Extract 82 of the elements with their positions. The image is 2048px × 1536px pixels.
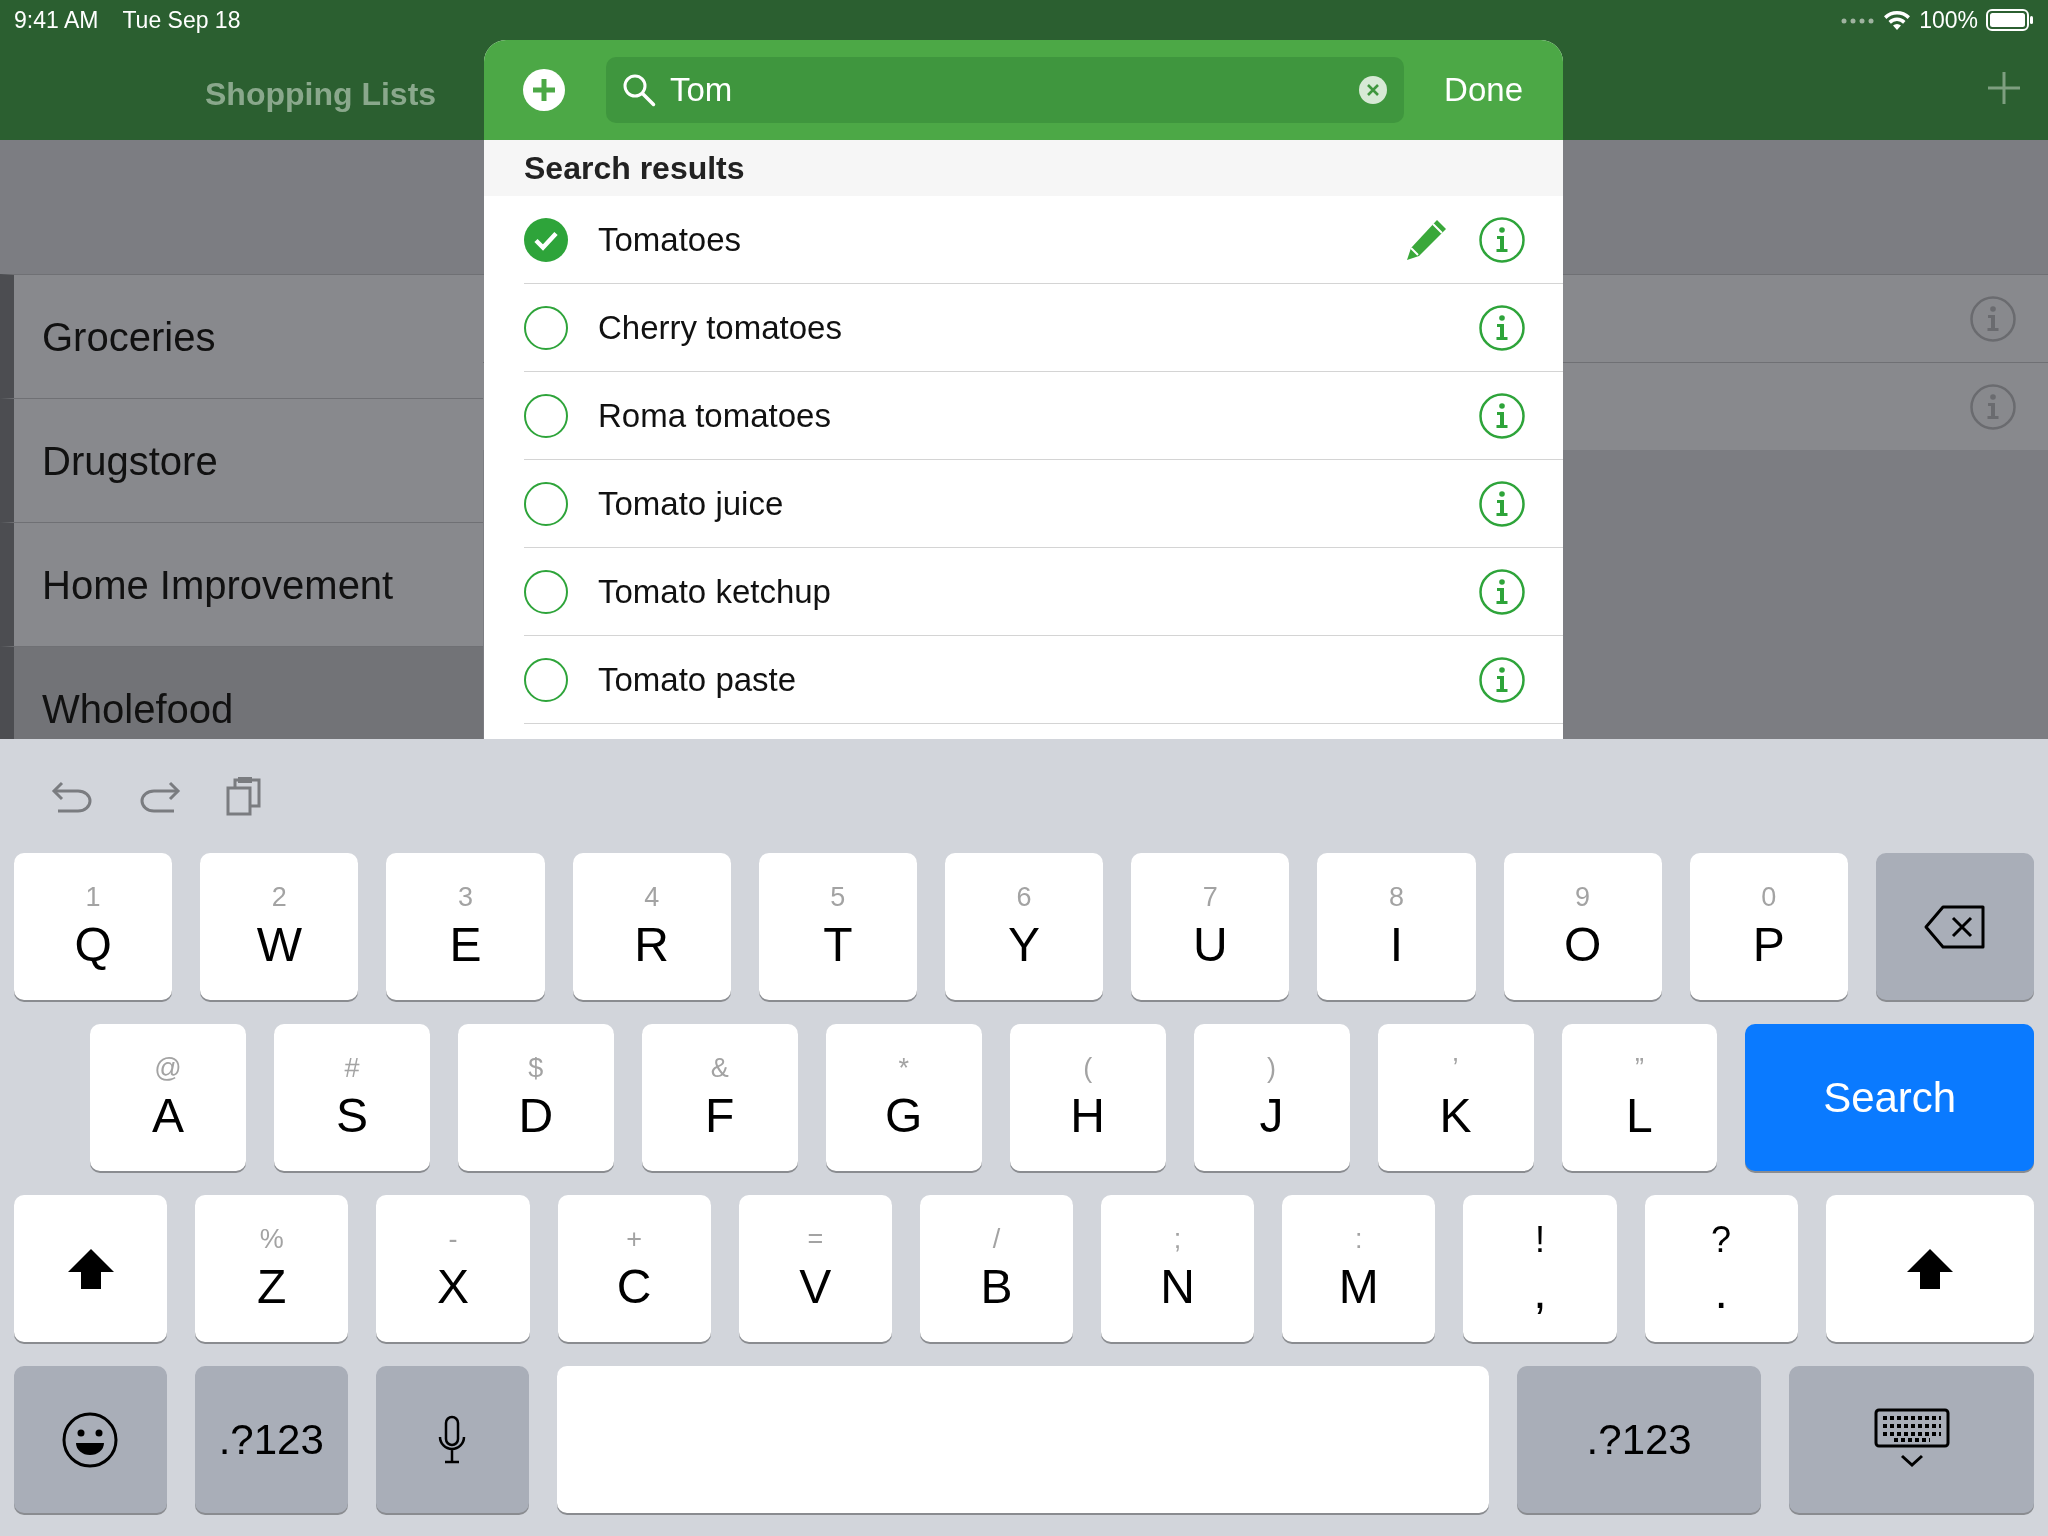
key[interactable]: ) J xyxy=(1193,1024,1350,1171)
numbers-key[interactable]: .?123 xyxy=(1516,1366,1762,1513)
key[interactable]: 0 P xyxy=(1689,853,1848,1000)
key[interactable]: ( H xyxy=(1009,1024,1166,1171)
list-row[interactable]: Groceries xyxy=(0,274,483,398)
search-key[interactable]: Search xyxy=(1745,1024,2034,1171)
checkbox-icon[interactable] xyxy=(524,481,568,526)
key[interactable]: & F xyxy=(641,1024,798,1171)
list-name: Drugstore xyxy=(42,437,218,485)
numbers-key[interactable]: .?123 xyxy=(194,1366,348,1513)
key[interactable]: ; N xyxy=(1101,1195,1255,1342)
battery-level: 100% xyxy=(1919,5,1978,35)
info-icon[interactable] xyxy=(1479,568,1525,615)
list-row[interactable]: Wholefood xyxy=(0,646,483,739)
redo-icon[interactable] xyxy=(138,779,182,813)
item-name: Cherry tomatoes xyxy=(598,307,843,348)
backspace-icon xyxy=(1922,903,1987,950)
list-name: Wholefood xyxy=(42,685,234,733)
key[interactable]: 4 R xyxy=(572,853,731,1000)
key[interactable]: % Z xyxy=(195,1195,349,1342)
signal-icon xyxy=(1841,16,1876,24)
key[interactable]: ! , xyxy=(1463,1195,1617,1342)
list-row[interactable]: Home Improvement xyxy=(0,522,483,646)
key[interactable]: # S xyxy=(273,1024,430,1171)
microphone-icon xyxy=(437,1414,468,1465)
search-icon xyxy=(622,73,656,107)
add-icon[interactable] xyxy=(1986,70,2022,106)
emoji-key[interactable] xyxy=(14,1366,167,1513)
status-time: 9:41 AM xyxy=(14,5,99,35)
info-icon[interactable] xyxy=(1479,392,1525,439)
checkbox-icon[interactable] xyxy=(524,393,568,438)
checkbox-icon[interactable] xyxy=(524,657,568,702)
shift-key[interactable] xyxy=(14,1195,168,1342)
undo-icon[interactable] xyxy=(50,779,94,813)
key[interactable]: 7 U xyxy=(1131,853,1290,1000)
key[interactable]: - X xyxy=(376,1195,530,1342)
key[interactable]: $ D xyxy=(457,1024,614,1171)
info-icon[interactable] xyxy=(1479,656,1525,703)
key[interactable]: = V xyxy=(738,1195,892,1342)
emoji-icon xyxy=(61,1410,120,1469)
list-row[interactable]: Drugstore xyxy=(0,398,483,522)
item-name: Tomato paste xyxy=(598,659,798,700)
list-name: Home Improvement xyxy=(42,561,394,609)
search-input[interactable]: Tom xyxy=(670,65,1345,115)
list-name: Groceries xyxy=(42,313,216,361)
keyboard-dismiss-key[interactable] xyxy=(1789,1366,2034,1513)
info-icon[interactable] xyxy=(1479,304,1525,351)
key[interactable]: * G xyxy=(825,1024,982,1171)
status-date: Tue Sep 18 xyxy=(122,5,241,35)
backspace-key[interactable] xyxy=(1875,853,2035,1000)
section-header: Search results xyxy=(484,140,1563,196)
checkbox-icon[interactable] xyxy=(524,569,568,614)
info-icon[interactable] xyxy=(1479,216,1525,263)
key[interactable]: 6 Y xyxy=(944,853,1104,1000)
item-name: Roma tomatoes xyxy=(598,395,832,436)
battery-icon xyxy=(1986,9,2034,31)
key[interactable]: 8 I xyxy=(1317,853,1476,1000)
nav-title: Shopping Lists xyxy=(205,75,437,114)
key[interactable]: : M xyxy=(1282,1195,1436,1342)
wifi-icon xyxy=(1883,9,1912,31)
paste-icon[interactable] xyxy=(226,776,262,816)
key[interactable]: ’ K xyxy=(1377,1024,1534,1171)
item-name: Tomatoes xyxy=(598,219,743,260)
key[interactable]: + C xyxy=(557,1195,711,1342)
key[interactable]: @ A xyxy=(90,1024,246,1171)
key[interactable]: 2 W xyxy=(200,853,359,1000)
key[interactable]: / B xyxy=(919,1195,1074,1342)
key[interactable]: 1 Q xyxy=(14,853,173,1000)
checkbox-icon[interactable] xyxy=(524,305,568,350)
checkbox-checked-icon[interactable] xyxy=(524,217,568,262)
search-field[interactable]: Tom xyxy=(606,57,1405,123)
item-name: Tomato ketchup xyxy=(598,571,832,612)
key[interactable]: 3 E xyxy=(386,853,545,1000)
add-icon[interactable] xyxy=(522,68,566,112)
item-name: Tomato juice xyxy=(598,483,785,524)
key[interactable]: ? . xyxy=(1644,1195,1798,1342)
key[interactable]: 9 O xyxy=(1503,853,1662,1000)
key[interactable]: 5 T xyxy=(758,853,917,1000)
shift-key[interactable] xyxy=(1825,1195,2035,1342)
clear-icon[interactable] xyxy=(1358,75,1389,105)
info-icon[interactable] xyxy=(1479,480,1525,527)
key[interactable]: ” L xyxy=(1561,1024,1718,1171)
